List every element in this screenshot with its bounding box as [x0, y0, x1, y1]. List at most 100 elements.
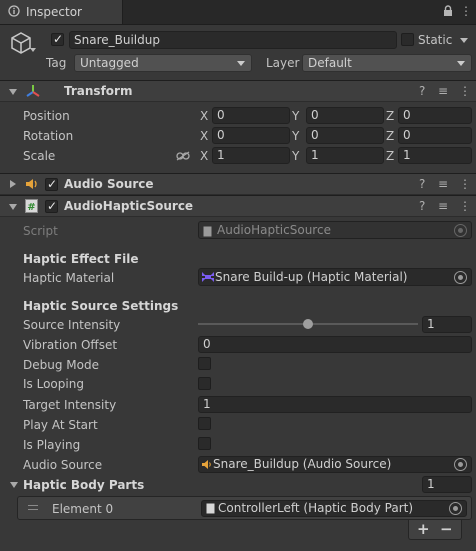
presets-icon[interactable]: ≡	[438, 84, 448, 98]
audio-source-field-label: Audio Source	[23, 458, 103, 472]
svg-text:#: #	[27, 202, 35, 213]
transform-header[interactable]: Transform ? ≡ ⋮	[0, 80, 476, 102]
object-picker-icon[interactable]	[454, 458, 467, 471]
rotation-x-input[interactable]: 0	[212, 127, 290, 144]
scale-z-input[interactable]: 1	[398, 147, 472, 164]
debug-mode-label: Debug Mode	[23, 358, 99, 372]
haptic-settings-section-title: Haptic Source Settings	[23, 299, 179, 313]
source-intensity-slider[interactable]	[198, 315, 418, 333]
help-icon[interactable]: ?	[419, 177, 425, 191]
chevron-down-icon	[237, 61, 245, 66]
audio-source-field[interactable]: Snare_Buildup (Audio Source)	[198, 456, 472, 473]
script-file-icon	[206, 503, 215, 516]
remove-element-button[interactable]: −	[440, 520, 453, 538]
component-menu-icon[interactable]: ⋮	[459, 84, 471, 98]
audio-source-title: Audio Source	[64, 177, 154, 191]
scale-y-input[interactable]: 1	[306, 147, 384, 164]
tag-label: Tag	[46, 56, 67, 70]
scale-x-input[interactable]: 1	[212, 147, 290, 164]
script-field: AudioHapticSource	[198, 221, 472, 239]
foldout-closed-icon[interactable]	[10, 180, 16, 188]
play-at-start-checkbox[interactable]	[198, 417, 211, 430]
haptic-effect-section-title: Haptic Effect File	[23, 252, 139, 266]
position-z-input[interactable]: 0	[398, 107, 472, 124]
slider-thumb[interactable]	[303, 319, 313, 329]
transform-title: Transform	[64, 84, 133, 98]
tab-bar: Inspector ⋮	[0, 0, 476, 25]
scale-label: Scale	[23, 149, 56, 163]
position-y-input[interactable]: 0	[306, 107, 384, 124]
axis-z-label: Z	[386, 129, 395, 143]
haptic-material-label: Haptic Material	[23, 271, 115, 285]
gameobject-active-checkbox[interactable]	[51, 32, 64, 46]
source-intensity-input[interactable]: 1	[422, 316, 472, 333]
presets-icon[interactable]: ≡	[438, 177, 448, 191]
play-at-start-label: Play At Start	[23, 418, 98, 432]
target-intensity-input[interactable]: 1	[198, 396, 472, 413]
object-picker-icon[interactable]	[449, 502, 462, 515]
tag-dropdown[interactable]: Untagged	[74, 54, 252, 72]
position-x-input[interactable]: 0	[212, 107, 290, 124]
gameobject-name-input[interactable]: Snare_Buildup	[69, 31, 397, 49]
chevron-down-icon	[457, 61, 465, 66]
axis-x-label: X	[200, 109, 209, 123]
axis-y-label: Y	[292, 109, 300, 123]
audio-source-value: Snare_Buildup (Audio Source)	[213, 457, 392, 471]
rotation-z-input[interactable]: 0	[398, 127, 472, 144]
tab-inspector-label: Inspector	[26, 5, 82, 19]
is-looping-label: Is Looping	[23, 377, 84, 391]
drag-handle-icon[interactable]	[28, 505, 38, 506]
position-label: Position	[23, 109, 70, 123]
axis-y-label: Y	[292, 149, 300, 163]
layer-value: Default	[308, 56, 352, 70]
static-checkbox[interactable]	[401, 33, 414, 46]
vibration-offset-input[interactable]: 0	[198, 336, 472, 353]
axis-z-label: Z	[386, 149, 395, 163]
object-picker-icon[interactable]	[454, 271, 467, 284]
is-playing-checkbox[interactable]	[198, 437, 211, 450]
script-label: Script	[23, 224, 58, 238]
component-menu-icon[interactable]: ⋮	[459, 177, 471, 191]
object-picker-icon	[454, 224, 467, 237]
audio-source-enabled-checkbox[interactable]	[45, 177, 58, 191]
haptic-material-field[interactable]: Snare Build-up (Haptic Material)	[198, 268, 472, 286]
speaker-icon	[202, 459, 212, 472]
presets-icon[interactable]: ≡	[438, 199, 448, 213]
component-menu-icon[interactable]: ⋮	[459, 199, 471, 213]
link-scale-icon[interactable]	[176, 150, 190, 164]
help-icon[interactable]: ?	[419, 84, 425, 98]
info-icon	[8, 5, 20, 20]
transform-axes-icon	[25, 83, 41, 102]
axis-y-label: Y	[292, 129, 300, 143]
haptic-source-enabled-checkbox[interactable]	[45, 199, 58, 213]
element-value: ControllerLeft (Haptic Body Part)	[218, 501, 414, 515]
foldout-open-icon[interactable]	[10, 482, 18, 488]
haptic-source-header[interactable]: # AudioHapticSource ? ≡ ⋮	[0, 195, 476, 217]
drag-handle-icon	[28, 509, 38, 510]
tab-menu-icon[interactable]: ⋮	[460, 4, 472, 18]
rotation-y-input[interactable]: 0	[306, 127, 384, 144]
target-intensity-label: Target Intensity	[23, 398, 117, 412]
element-field[interactable]: ControllerLeft (Haptic Body Part)	[201, 500, 467, 517]
static-label: Static	[418, 33, 453, 47]
audio-source-header[interactable]: Audio Source ? ≡ ⋮	[0, 173, 476, 195]
layer-dropdown[interactable]: Default	[302, 54, 472, 72]
foldout-open-icon[interactable]	[9, 204, 17, 210]
is-looping-checkbox[interactable]	[198, 377, 211, 390]
axis-x-label: X	[200, 129, 209, 143]
haptic-source-title: AudioHapticSource	[64, 199, 194, 213]
help-icon[interactable]: ?	[419, 199, 425, 213]
lock-icon[interactable]	[443, 5, 453, 20]
debug-mode-checkbox[interactable]	[198, 357, 211, 370]
script-file-icon	[203, 225, 212, 238]
icon-dropdown-icon[interactable]	[30, 48, 36, 52]
speaker-icon	[25, 177, 39, 194]
add-element-button[interactable]: +	[417, 520, 430, 538]
static-dropdown-icon[interactable]	[460, 38, 468, 43]
list-footer: + −	[408, 520, 462, 540]
foldout-open-icon[interactable]	[9, 89, 17, 95]
body-parts-size-input[interactable]: 1	[422, 476, 472, 493]
tag-value: Untagged	[80, 56, 139, 70]
tab-inspector[interactable]: Inspector	[0, 0, 123, 24]
cube-icon	[9, 31, 33, 58]
